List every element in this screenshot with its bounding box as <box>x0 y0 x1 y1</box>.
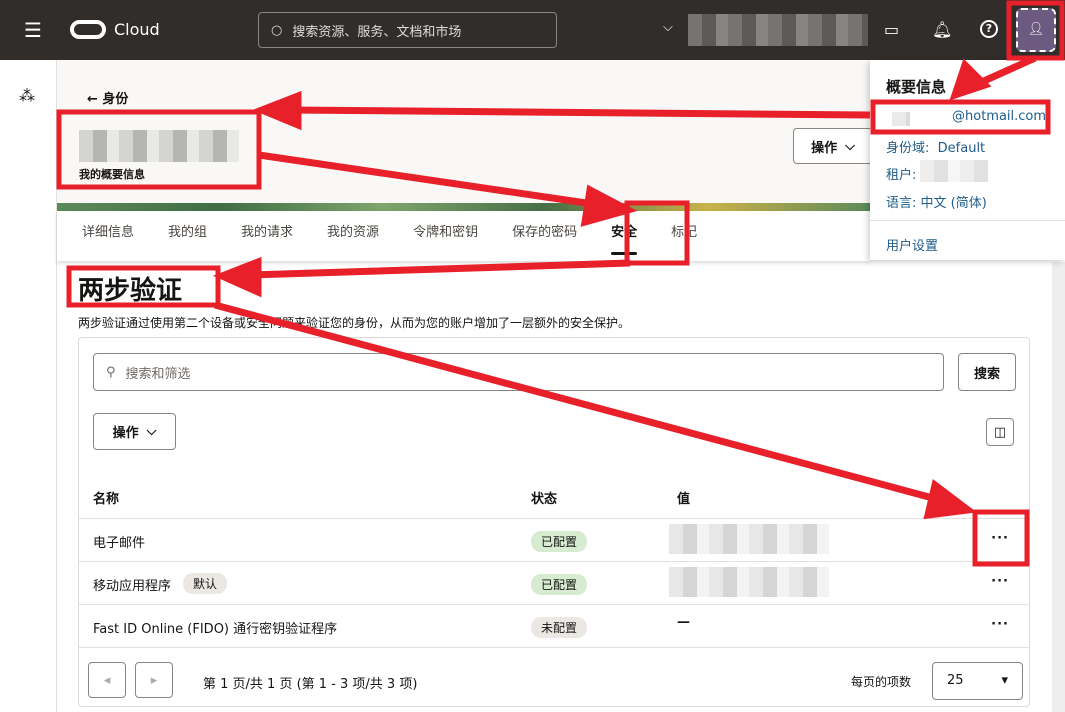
arrow-head <box>212 256 262 298</box>
arrow-head <box>923 478 977 520</box>
annotation-box-actions <box>972 509 1030 567</box>
arrow-line <box>258 151 601 209</box>
annotation-box-profile <box>56 109 262 190</box>
arrow-head <box>949 58 992 101</box>
arrow-head <box>580 184 638 227</box>
arrow-head <box>252 90 302 131</box>
annotation-box-avatar <box>1006 0 1065 61</box>
annotation-box-email <box>870 99 1051 135</box>
arrow-line <box>214 301 941 504</box>
arrow-line <box>289 106 871 119</box>
annotation-box-security-tab <box>624 200 690 266</box>
annotation-box-title <box>66 265 221 308</box>
arrow-line <box>249 259 631 279</box>
annotation-overlay <box>56 0 1065 567</box>
